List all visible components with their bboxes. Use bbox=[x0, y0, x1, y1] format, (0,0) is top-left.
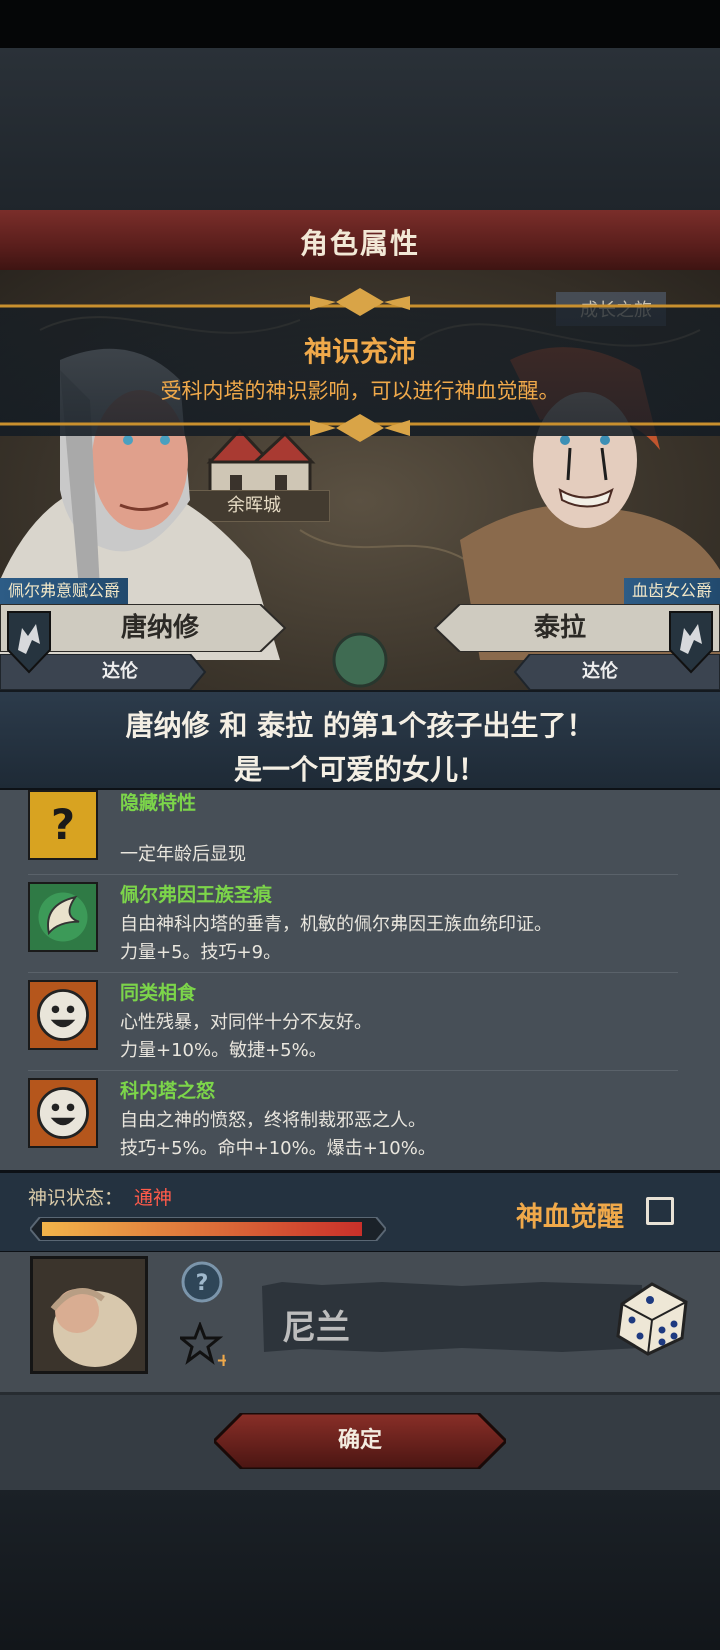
baby-avatar-icon bbox=[33, 1259, 145, 1371]
trait-stats: 一定年龄后显现 bbox=[120, 844, 246, 865]
dice-icon[interactable] bbox=[612, 1276, 694, 1358]
svg-text:?: ? bbox=[196, 1271, 209, 1296]
trait-item[interactable]: 佩尔弗因王族圣痕 自由神科内塔的垂青，机敏的佩尔弗因王族血统印证。 力量+5。技… bbox=[28, 882, 678, 973]
father-name: 唐纳修 bbox=[120, 613, 199, 643]
wolf-crest-icon bbox=[669, 611, 713, 674]
grin-face-icon bbox=[28, 1078, 98, 1148]
star-plus-icon[interactable]: + bbox=[180, 1322, 226, 1368]
announcement-line-1: 唐纳修 和 泰拉 的第1个孩子出生了！ bbox=[125, 709, 595, 742]
awaken-label: 神血觉醒 bbox=[516, 1202, 624, 1233]
announcement-line-2: 是一个可爱的女儿！ bbox=[233, 753, 486, 786]
question-mark-icon: ? bbox=[28, 790, 98, 860]
footer: 确定 bbox=[0, 1395, 720, 1490]
banner-subtitle: 受科内塔的神识影响，可以进行神血觉醒。 bbox=[160, 379, 560, 403]
baby-portrait bbox=[30, 1256, 148, 1374]
banner-ornament-bottom bbox=[0, 414, 720, 442]
trait-name: 隐藏特性 bbox=[120, 792, 197, 814]
status-label: 神识状态： bbox=[28, 1187, 124, 1209]
child-name-input[interactable]: 尼兰 bbox=[282, 1300, 350, 1349]
trait-stats: 力量+5。技巧+9。 bbox=[120, 942, 282, 963]
awaken-checkbox[interactable] bbox=[646, 1197, 674, 1225]
trait-stats: 力量+10%。敏捷+5%。 bbox=[120, 1040, 327, 1061]
page-title: 角色属性 bbox=[299, 227, 420, 260]
grin-face-icon bbox=[28, 980, 98, 1050]
status-progress-bar bbox=[30, 1217, 386, 1241]
trait-description: 自由之神的愤怒，终将制裁邪恶之人。 bbox=[120, 1110, 426, 1131]
confirm-button[interactable]: 确定 bbox=[211, 1411, 509, 1471]
svg-text:?: ? bbox=[51, 800, 75, 849]
trait-item[interactable]: 科内塔之怒 自由之神的愤怒，终将制裁邪恶之人。 技巧+5%。命中+10%。爆击+… bbox=[28, 1078, 678, 1168]
trait-description: 心性残暴，对同伴十分不友好。 bbox=[120, 1012, 372, 1033]
banner-ornament-top bbox=[0, 288, 720, 316]
trait-description: 自由神科内塔的垂青，机敏的佩尔弗因王族血统印证。 bbox=[120, 914, 552, 935]
trait-item[interactable]: 同类相食 心性残暴，对同伴十分不友好。 力量+10%。敏捷+5%。 bbox=[28, 980, 678, 1071]
wolf-crest-icon bbox=[7, 611, 51, 674]
trait-list[interactable]: ? 隐藏特性 一定年龄后显现 佩尔弗因王族圣痕 自由神科内塔的垂青，机敏的佩尔弗… bbox=[0, 790, 720, 1170]
top-status-bar bbox=[0, 0, 720, 48]
header-background bbox=[0, 48, 720, 212]
father-title-tag: 佩尔弗意赋公爵 bbox=[0, 578, 129, 604]
birth-announcement: 唐纳修 和 泰拉 的第1个孩子出生了！ 是一个可爱的女儿！ bbox=[0, 690, 720, 791]
mother-house: 达伦 bbox=[582, 661, 618, 682]
help-icon[interactable]: ? bbox=[180, 1260, 224, 1304]
trait-stats: 技巧+5%。命中+10%。爆击+10%。 bbox=[120, 1138, 436, 1159]
bottom-background bbox=[0, 1490, 720, 1650]
trait-name: 科内塔之怒 bbox=[120, 1080, 216, 1102]
trait-name: 佩尔弗因王族圣痕 bbox=[120, 884, 273, 906]
feather-crest-icon bbox=[28, 882, 98, 952]
trait-name: 同类相食 bbox=[120, 982, 197, 1004]
divine-status-bar: 神识状态： 通神 神血觉醒 bbox=[0, 1170, 720, 1254]
status-value: 通神 bbox=[134, 1187, 173, 1209]
title-bar: 角色属性 bbox=[0, 210, 720, 272]
confirm-label: 确定 bbox=[337, 1428, 382, 1453]
svg-text:+: + bbox=[216, 1350, 226, 1368]
mother-title-tag: 血齿女公爵 bbox=[623, 578, 720, 604]
mother-name: 泰拉 bbox=[533, 613, 586, 643]
father-house: 达伦 bbox=[102, 661, 138, 682]
banner-title: 神识充沛 bbox=[303, 335, 416, 368]
child-panel: ? + 尼兰 bbox=[0, 1252, 720, 1395]
trait-item[interactable]: ? 隐藏特性 一定年龄后显现 bbox=[28, 790, 678, 875]
